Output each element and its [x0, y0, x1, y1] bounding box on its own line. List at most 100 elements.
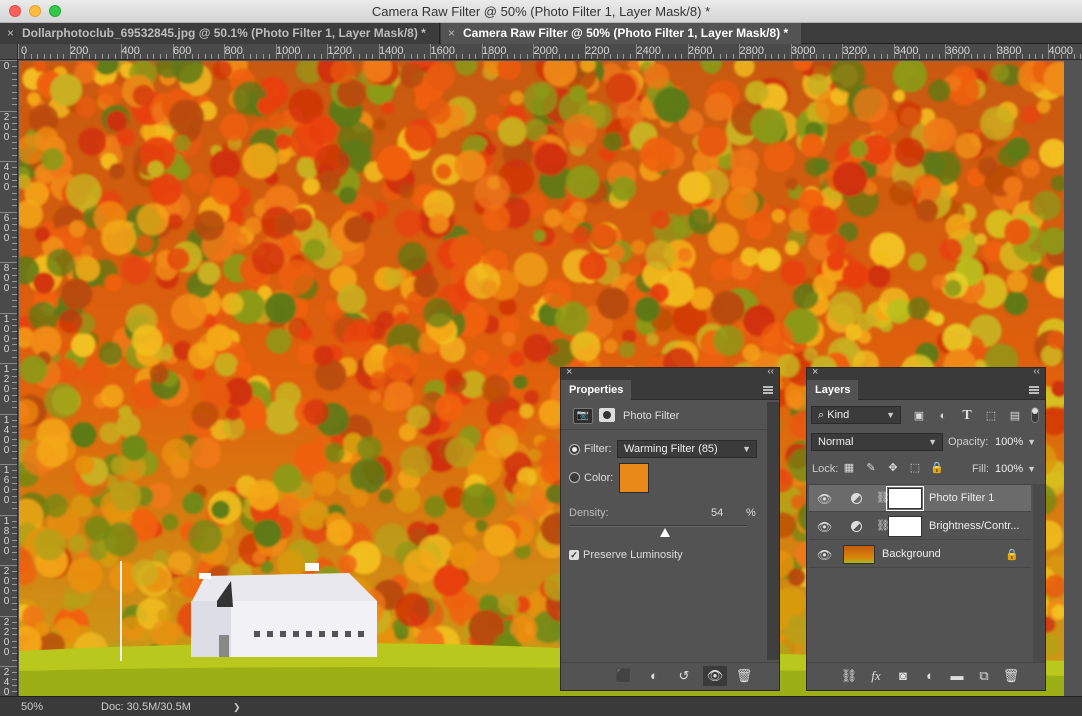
lock-position-move-icon[interactable]: ✥: [885, 460, 901, 476]
density-value[interactable]: 54: [711, 507, 723, 519]
close-tab-icon[interactable]: ×: [7, 23, 14, 44]
doc-size: Doc: 30.5M/30.5M: [101, 701, 191, 713]
layer-style-fx-icon[interactable]: fx: [867, 668, 885, 684]
color-radio[interactable]: [569, 472, 580, 483]
ruler-origin[interactable]: [0, 44, 18, 60]
horizontal-ruler[interactable]: 0 200 400 600 800 1000 1200 1400 1600 1800 2000 22…: [18, 44, 1082, 60]
lock-transparent-icon[interactable]: ▦: [841, 460, 857, 476]
layer-name[interactable]: Brightness/Contr...: [929, 520, 1020, 532]
ruler-tick: [468, 54, 470, 59]
preserve-luminosity-checkbox[interactable]: ✓: [569, 550, 579, 560]
layer-row-background[interactable]: 👁 Background 🔒: [809, 541, 1031, 568]
ruler-tick: [372, 54, 374, 59]
ruler-tick: [12, 148, 17, 150]
close-panel-icon[interactable]: ×: [812, 366, 818, 378]
ruler-tick: [507, 54, 509, 59]
panel-scrollbar[interactable]: [767, 402, 779, 660]
lock-all-icon[interactable]: 🔒: [929, 460, 945, 476]
layer-row-brightness-contrast[interactable]: 👁 ⛓ Brightness/Contr...: [809, 513, 1031, 540]
ruler-tick: [12, 217, 17, 219]
status-bar: 50% Doc: 30.5M/30.5M ❯: [0, 696, 1082, 716]
panel-menu-icon[interactable]: [1029, 386, 1039, 394]
ruler-tick: [217, 54, 219, 59]
color-swatch[interactable]: [619, 463, 649, 493]
lock-artboard-icon[interactable]: ⬚: [907, 460, 923, 476]
background-thumbnail[interactable]: [843, 545, 875, 564]
new-group-folder-icon[interactable]: ▬: [948, 668, 966, 683]
tab-camera-raw-filter[interactable]: × Camera Raw Filter @ 50% (Photo Filter …: [441, 23, 801, 44]
vertical-scrollbar[interactable]: [1064, 61, 1082, 696]
tab-properties[interactable]: Properties: [561, 380, 632, 400]
filter-select[interactable]: Warming Filter (85) ▼: [617, 440, 757, 458]
ruler-tick: [12, 457, 17, 459]
layer-name[interactable]: Background: [882, 548, 941, 560]
filter-radio[interactable]: [569, 444, 580, 455]
ruler-tick: [37, 54, 39, 59]
trash-icon[interactable]: 🗑: [735, 668, 753, 684]
adjustment-filter-icon[interactable]: ◐: [935, 408, 951, 424]
view-previous-icon[interactable]: ◐: [645, 668, 663, 683]
close-tab-icon[interactable]: ×: [448, 23, 455, 44]
layer-mask-thumbnail[interactable]: [886, 486, 924, 511]
density-slider-track[interactable]: [569, 525, 747, 527]
pixel-filter-icon[interactable]: ▣: [911, 408, 927, 424]
close-window-button[interactable]: [9, 5, 21, 17]
ruler-tick: [30, 54, 32, 59]
opacity-input[interactable]: 100% ▼: [988, 433, 1042, 451]
tab-layers[interactable]: Layers: [807, 380, 859, 400]
ruler-label: 1200: [327, 45, 352, 57]
eye-icon[interactable]: 👁: [817, 548, 832, 562]
smart-object-filter-icon[interactable]: ▤: [1007, 408, 1023, 424]
ruler-label: 600: [173, 45, 192, 57]
tab-label: Camera Raw Filter @ 50% (Photo Filter 1,…: [463, 26, 789, 40]
collapse-panel-icon[interactable]: ‹‹: [1033, 366, 1040, 377]
panel-menu-icon[interactable]: [763, 386, 773, 394]
kind-filter-select[interactable]: ⌕ Kind ▼: [811, 406, 901, 424]
ruler-tick: [12, 337, 17, 339]
visibility-eye-icon[interactable]: 👁: [703, 666, 727, 686]
density-slider-thumb[interactable]: [660, 528, 671, 537]
mask-icon[interactable]: [599, 408, 615, 422]
filter-toggle-icon[interactable]: [1031, 407, 1039, 423]
ruler-tick: [12, 325, 17, 327]
zoom-window-button[interactable]: [49, 5, 61, 17]
ruler-tick: [726, 54, 728, 59]
ruler-tick: [12, 72, 17, 74]
ruler-tick: [166, 54, 168, 59]
blend-mode-select[interactable]: Normal ▼: [811, 433, 943, 451]
collapse-panel-icon[interactable]: ‹‹: [767, 366, 774, 377]
fill-input[interactable]: 100% ▼: [988, 460, 1042, 478]
vertical-ruler[interactable]: 0 200 400 600 800 1000 1200 1400 1600 1800 2000 220…: [0, 60, 18, 696]
lock-image-brush-icon[interactable]: ✎: [863, 460, 879, 476]
status-menu-arrow-icon[interactable]: ❯: [233, 697, 241, 716]
new-adjustment-icon[interactable]: ◐: [921, 668, 939, 683]
eye-icon[interactable]: 👁: [817, 520, 832, 534]
eye-icon[interactable]: 👁: [817, 492, 832, 506]
zoom-level[interactable]: 50%: [21, 697, 43, 716]
layer-name[interactable]: Photo Filter 1: [929, 492, 994, 504]
tab-dollarphotoclub[interactable]: × Dollarphotoclub_69532845.jpg @ 50.1% (…: [0, 23, 440, 44]
close-panel-icon[interactable]: ×: [566, 366, 572, 378]
camera-icon[interactable]: 📷: [573, 408, 593, 424]
link-layers-icon[interactable]: ⛓: [840, 668, 858, 684]
ruler-tick: [732, 54, 734, 59]
ruler-tick: [822, 54, 824, 59]
clip-to-layer-icon[interactable]: ⬛: [615, 668, 633, 684]
new-layer-icon[interactable]: ⧉: [975, 668, 993, 684]
layer-mask-thumbnail[interactable]: [888, 516, 922, 537]
trash-icon[interactable]: 🗑: [1002, 668, 1020, 684]
ruler-tick: [874, 54, 876, 59]
ruler-label: 3000: [791, 45, 816, 57]
type-filter-icon[interactable]: T: [959, 408, 975, 424]
ruler-tick: [12, 394, 17, 396]
ruler-tick: [12, 470, 17, 472]
ruler-tick: [867, 54, 869, 59]
minimize-window-button[interactable]: [29, 5, 41, 17]
layers-scrollbar[interactable]: [1033, 484, 1045, 664]
reset-icon[interactable]: ↺: [675, 668, 693, 684]
ruler-tick: [12, 653, 17, 655]
add-mask-icon[interactable]: ◙: [894, 668, 912, 683]
adjustment-layer-icon: [851, 521, 862, 532]
layer-row-photo-filter[interactable]: 👁 ⛓ Photo Filter 1: [809, 485, 1031, 512]
shape-filter-icon[interactable]: ⬚: [983, 408, 999, 424]
